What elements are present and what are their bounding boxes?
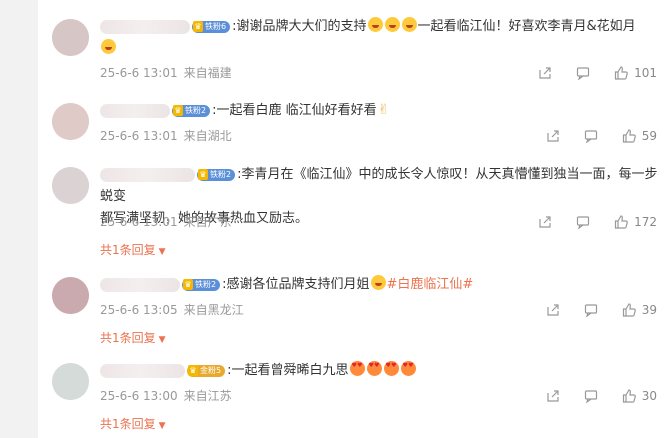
like-count: 59 xyxy=(641,129,657,143)
thumbs-up-icon xyxy=(622,303,636,317)
like-button[interactable]: 172 xyxy=(614,215,657,229)
comment-location: 来自黑龙江 xyxy=(183,303,244,317)
fan-badge[interactable]: ♛ 金粉5 xyxy=(187,364,226,377)
comment-actions: 172 xyxy=(538,214,657,230)
comment-panel: ♛ 铁粉6:谢谢品牌大大们的支持 一起看临江仙！好喜欢李青月&花如月 25-6-6 … xyxy=(38,0,671,438)
crown-icon: ♛ xyxy=(198,168,208,180)
comment-actions: 59 xyxy=(546,128,657,144)
heart-eyes-emoji-icon xyxy=(400,361,416,376)
avatar[interactable] xyxy=(52,19,89,56)
comment-date: 25-6-6 13:05 xyxy=(100,303,178,317)
comment-date: 25-6-6 13:01 xyxy=(100,129,178,143)
thumbs-up-icon xyxy=(622,129,636,143)
share-icon[interactable] xyxy=(538,66,552,80)
comment-location: 来自江苏 xyxy=(183,389,232,403)
cheer-emoji-icon xyxy=(384,17,400,32)
like-count: 101 xyxy=(634,66,657,80)
like-count: 30 xyxy=(641,389,657,403)
comment-icon[interactable] xyxy=(576,215,590,229)
comment-text: 一起看曾舜晞白九思 xyxy=(231,363,349,378)
cheer-emoji-icon xyxy=(101,39,116,54)
share-icon[interactable] xyxy=(546,389,560,403)
comment-location: 来自广东 xyxy=(183,215,232,229)
comment-meta: 25-6-6 13:01 来自广东 xyxy=(100,214,238,230)
fan-badge[interactable]: ♛ 铁粉2 xyxy=(182,278,221,291)
cheer-emoji-icon xyxy=(370,275,386,290)
crown-icon: ♛ xyxy=(183,278,193,290)
comment-text: 感谢各位品牌支持们月姐 xyxy=(226,277,370,292)
share-icon[interactable] xyxy=(546,129,560,143)
crown-icon: ♛ xyxy=(173,104,183,116)
fan-badge[interactable]: ♛ 铁粉2 xyxy=(197,168,236,181)
comment-actions: 30 xyxy=(546,388,657,404)
comment-body: ♛ 铁粉2:一起看白鹿 临江仙好看好看 xyxy=(100,99,663,122)
like-button[interactable]: 39 xyxy=(622,303,657,317)
like-count: 39 xyxy=(641,303,657,317)
comment-location: 来自福建 xyxy=(183,66,232,80)
heart-eyes-emoji-icon xyxy=(366,361,382,376)
cheer-emoji-icon xyxy=(401,17,417,32)
username-blurred[interactable] xyxy=(100,167,195,182)
comment-icon[interactable] xyxy=(584,129,598,143)
comment-icon[interactable] xyxy=(584,389,598,403)
heart-eyes-emoji-icon xyxy=(383,361,399,376)
comment-meta: 25-6-6 13:00 来自江苏 xyxy=(100,388,238,404)
comment-meta: 25-6-6 13:01 来自湖北 xyxy=(100,128,238,144)
username-blurred[interactable] xyxy=(100,363,185,378)
comment-body: ♛ 铁粉2:感谢各位品牌支持们月姐 #白鹿临江仙# xyxy=(100,274,663,296)
crown-icon: ♛ xyxy=(188,364,198,376)
view-replies-link[interactable]: 共1条回复 ▼ xyxy=(100,416,166,434)
share-icon[interactable] xyxy=(546,303,560,317)
avatar[interactable] xyxy=(52,103,89,140)
comment-actions: 101 xyxy=(538,65,657,81)
comment-date: 25-6-6 13:01 xyxy=(100,66,178,80)
like-button[interactable]: 30 xyxy=(622,389,657,403)
comment-text: 谢谢品牌大大们的支持 xyxy=(236,19,367,34)
comment-meta: 25-6-6 13:05 来自黑龙江 xyxy=(100,302,250,318)
share-icon[interactable] xyxy=(538,215,552,229)
crown-icon: ♛ xyxy=(193,20,203,32)
cheer-emoji-icon xyxy=(367,17,383,32)
fan-badge[interactable]: ♛ 铁粉6 xyxy=(192,20,231,33)
hashtag-link[interactable]: #白鹿临江仙# xyxy=(387,277,474,292)
comment-date: 25-6-6 13:00 xyxy=(100,389,178,403)
comment-icon[interactable] xyxy=(584,303,598,317)
comment-icon[interactable] xyxy=(576,66,590,80)
thumbs-up-icon xyxy=(622,389,636,403)
comment-text: 一起看临江仙！好喜欢李青月&花如月 xyxy=(417,19,636,34)
username-blurred[interactable] xyxy=(100,103,170,118)
comment-body: ♛ 金粉5:一起看曾舜晞白九思 xyxy=(100,360,663,382)
caret-down-icon: ▼ xyxy=(158,247,166,257)
like-count: 172 xyxy=(634,215,657,229)
comment-body: ♛ 铁粉6:谢谢品牌大大们的支持 一起看临江仙！好喜欢李青月&花如月 xyxy=(100,16,663,60)
heart-eyes-emoji-icon xyxy=(349,361,365,376)
avatar[interactable] xyxy=(52,277,89,314)
thumbs-up-icon xyxy=(614,215,628,229)
comment-location: 来自湖北 xyxy=(183,129,232,143)
username-blurred[interactable] xyxy=(100,19,190,34)
view-replies-link[interactable]: 共1条回复 ▼ xyxy=(100,330,166,348)
fan-badge[interactable]: ♛ 铁粉2 xyxy=(172,104,211,117)
username-blurred[interactable] xyxy=(100,277,180,292)
comment-date: 25-6-6 13:01 xyxy=(100,215,178,229)
comment-actions: 39 xyxy=(546,302,657,318)
like-button[interactable]: 59 xyxy=(622,129,657,143)
caret-down-icon: ▼ xyxy=(158,421,166,431)
thumbs-up-icon xyxy=(614,66,628,80)
view-replies-link[interactable]: 共1条回复 ▼ xyxy=(100,242,166,260)
avatar[interactable] xyxy=(52,363,89,400)
victory-hand-emoji-icon xyxy=(378,99,391,121)
avatar[interactable] xyxy=(52,167,89,204)
caret-down-icon: ▼ xyxy=(158,335,166,345)
comment-text: 一起看白鹿 临江仙好看好看 xyxy=(216,103,377,118)
comment-meta: 25-6-6 13:01 来自福建 xyxy=(100,65,238,81)
like-button[interactable]: 101 xyxy=(614,66,657,80)
